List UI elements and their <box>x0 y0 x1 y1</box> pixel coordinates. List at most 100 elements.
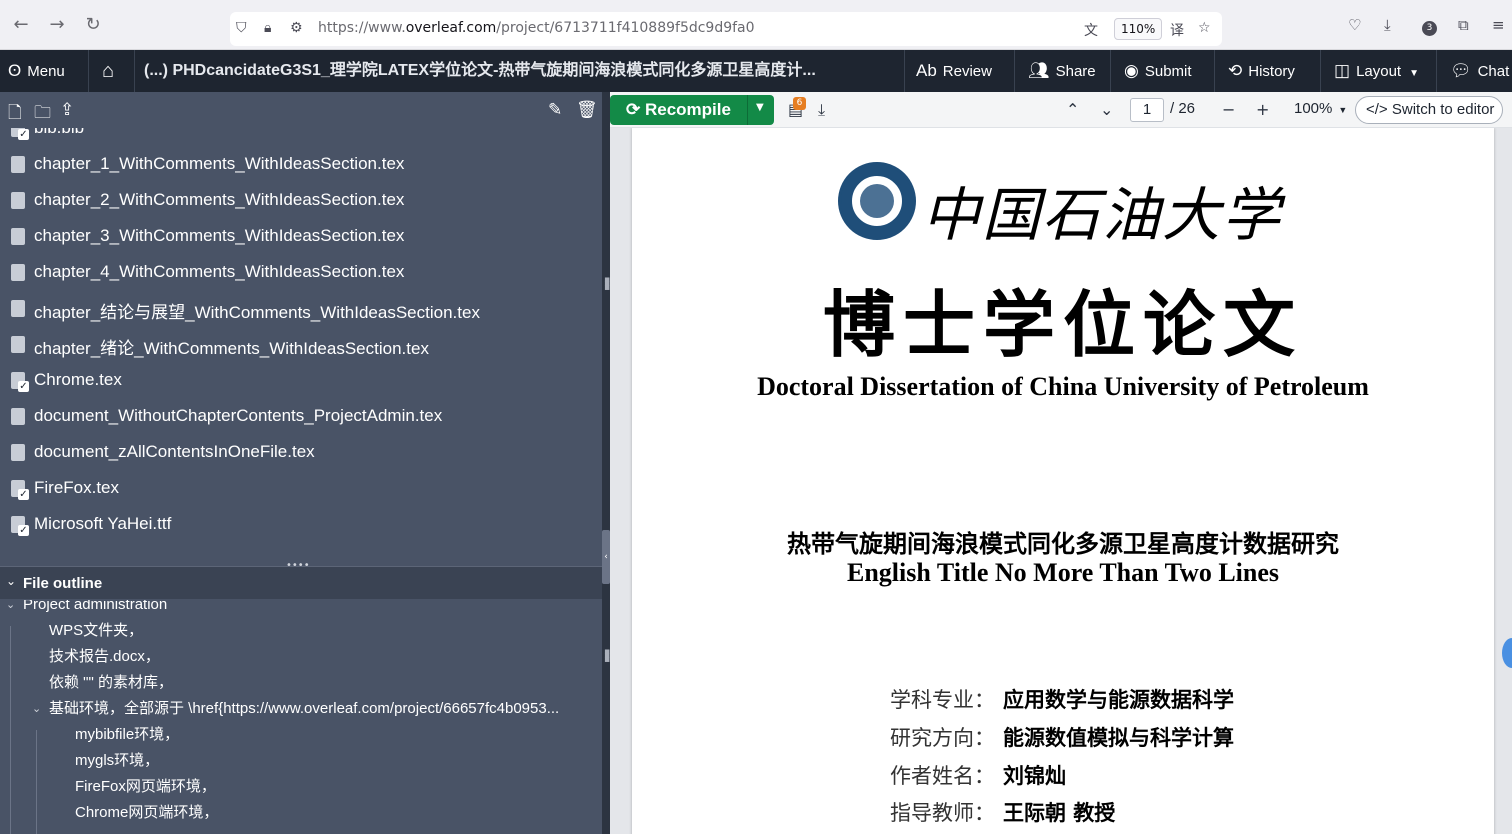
file-name: chapter_绪论_WithComments_WithIdeasSection… <box>34 339 429 358</box>
splitter-grip[interactable]: ▪ ▪ ▪ <box>604 276 610 293</box>
file-tree-item[interactable]: chapter_3_WithComments_WithIdeasSection.… <box>0 218 602 254</box>
pdf-viewer[interactable]: 中国石油大学 博士学位论文 Doctoral Dissertation of C… <box>610 128 1512 834</box>
panel-splitter[interactable]: ▪ ▪ ▪ ‹ ▪ ▪ ▪ <box>602 92 610 834</box>
extensions-icon[interactable]: ⧉ <box>1458 16 1469 34</box>
submit-button[interactable]: ◉ Submit <box>1124 50 1192 92</box>
outline-item-label: WPS文件夹， <box>49 622 144 639</box>
lock-icon[interactable]: 🔒︎ <box>264 20 271 36</box>
history-button[interactable]: ⟲ History <box>1228 50 1295 92</box>
refresh-icon: ⟳ <box>626 100 645 119</box>
zoom-out-icon[interactable]: − <box>1222 100 1235 119</box>
collapse-panel-button[interactable]: ‹ <box>602 530 610 584</box>
outline-item[interactable]: mybibfile环境， <box>75 722 179 748</box>
chevron-down-icon[interactable]: ⌄ <box>6 600 15 618</box>
outline-item[interactable]: 技术报告.docx， <box>49 644 160 670</box>
users-icon: 👥︎ <box>1028 61 1050 80</box>
doctoral-dissertation-subheading: Doctoral Dissertation of China Universit… <box>757 372 1369 401</box>
url-text[interactable]: https://www.overleaf.com/project/6713711… <box>318 20 755 36</box>
outline-item[interactable]: Chrome网页端环境， <box>75 800 218 826</box>
outline-item-label: mygls环境， <box>75 752 160 769</box>
project-title[interactable]: (...) PHDcancidateG3S1_理学院LATEX学位论文-热带气旋… <box>144 50 864 92</box>
recompile-button[interactable]: ⟳ Recompile ▼ <box>610 95 774 125</box>
file-name: chapter_2_WithComments_WithIdeasSection.… <box>34 190 405 209</box>
url-bar[interactable]: ⛉ 🔒︎ ⚙ https://www.overleaf.com/project/… <box>230 12 1222 46</box>
code-icon: </> <box>1366 101 1392 118</box>
thesis-title-en: English Title No More Than Two Lines <box>847 558 1279 587</box>
university-name-cn: 中国石油大学 <box>922 181 1283 249</box>
outline-item[interactable]: 依赖 "" 的素材库， <box>49 670 173 696</box>
file-tree-item[interactable]: Microsoft YaHei.ttf <box>0 506 602 542</box>
shield-icon[interactable]: ⛉ <box>236 20 247 36</box>
zoom-indicator[interactable]: 110% <box>1114 18 1163 40</box>
file-name: document_WithoutChapterContents_ProjectA… <box>34 406 443 425</box>
file-tree-item[interactable]: chapter_绪论_WithComments_WithIdeasSection… <box>0 326 602 362</box>
previous-page-chevron-icon[interactable]: ⌃ <box>1066 100 1079 119</box>
file-tree-item[interactable]: chapter_2_WithComments_WithIdeasSection.… <box>0 182 602 218</box>
file-icon <box>11 228 25 245</box>
outline-item[interactable]: ⌄ Project administration <box>6 600 167 618</box>
file-icon <box>11 300 25 317</box>
file-tree-item[interactable]: chapter_4_WithComments_WithIdeasSection.… <box>0 254 602 290</box>
new-folder-icon[interactable]: 🗀 <box>34 100 51 129</box>
app-menu-icon[interactable]: ≡ <box>1492 16 1505 34</box>
download-icon[interactable]: ⤓ <box>1384 16 1391 34</box>
switch-to-editor-button[interactable]: </> Switch to editor <box>1355 96 1503 124</box>
file-tree-item[interactable]: bib.bib <box>0 128 602 146</box>
share-button[interactable]: 👥︎ Share <box>1028 50 1096 92</box>
file-tree-item[interactable]: chapter_1_WithComments_WithIdeasSection.… <box>0 146 602 182</box>
outline-item-label: 基础环境，全部源于 \href{https://www.overleaf.com… <box>49 700 560 717</box>
splitter-grip-lower[interactable]: ▪ ▪ ▪ <box>604 648 610 665</box>
overleaf-toolbar: ʘ Menu ⌂ (...) PHDcancidateG3S1_理学院LATEX学… <box>0 50 1512 92</box>
outline-list: ⌄ Project administration WPS文件夹， 技术报告.docx，… <box>0 600 602 834</box>
file-tree-item[interactable]: chapter_结论与展望_WithComments_WithIdeasSect… <box>0 290 602 326</box>
file-outline-header[interactable]: ⌄ File outline <box>0 566 602 599</box>
overleaf-logo-icon: ʘ <box>8 61 22 80</box>
info-advisor: 指导教师： 王际朝 教授 <box>890 801 1116 825</box>
chat-button[interactable]: 💬︎ Chat <box>1450 50 1509 92</box>
history-icon: ⟲ <box>1228 61 1243 80</box>
zoom-select[interactable]: 100% ▼ <box>1294 100 1347 117</box>
pdf-toolbar: ⟳ Recompile ▼ ▤ ⤓ ⌃ ⌄ 1 / 26 − + 100%▼ <… <box>610 92 1512 128</box>
file-tree-item[interactable]: document_WithoutChapterContents_ProjectA… <box>0 398 602 434</box>
info-direction: 研究方向： 能源数值模拟与科学计算 <box>890 726 1234 750</box>
rename-pencil-icon[interactable]: ✎ <box>548 100 562 120</box>
forward-icon[interactable]: → <box>46 14 68 36</box>
outline-item-label: FireFox网页端环境， <box>75 778 216 795</box>
file-name: chapter_3_WithComments_WithIdeasSection.… <box>34 226 405 245</box>
new-file-icon[interactable]: 🗋 <box>8 100 22 129</box>
file-tree-panel: 🗋 🗀 ⇪ ✎ 🗑 bib.bib chapter_1_WithComments_… <box>0 92 602 834</box>
file-tree-item[interactable]: document_zAllContentsInOneFile.tex <box>0 434 602 470</box>
reload-icon[interactable]: ↻ <box>82 14 104 36</box>
page-number-input[interactable]: 1 <box>1130 98 1164 122</box>
next-page-chevron-icon[interactable]: ⌄ <box>1100 100 1113 119</box>
outline-item[interactable]: FireFox网页端环境， <box>75 774 216 800</box>
menu-button[interactable]: ʘ Menu <box>8 50 65 92</box>
permissions-icon[interactable]: ⚙ <box>290 20 303 36</box>
chevron-down-icon[interactable]: ⌄ <box>32 696 41 722</box>
file-tree-item[interactable]: FireFox.tex <box>0 470 602 506</box>
log-count-badge: 6 <box>793 97 806 110</box>
pocket-icon[interactable]: ♡ <box>1348 16 1361 34</box>
file-tree-item[interactable]: Chrome.tex <box>0 362 602 398</box>
review-button[interactable]: Ab Review <box>916 50 992 92</box>
download-pdf-icon[interactable]: ⤓ <box>818 100 825 120</box>
outline-item[interactable]: ⌄ 基础环境，全部源于 \href{https://www.overleaf.co… <box>32 696 560 722</box>
outline-item[interactable]: WPS文件夹， <box>49 618 143 644</box>
delete-trash-icon[interactable]: 🗑 <box>576 100 598 120</box>
browser-toolbar: ← → ↻ ⛉ 🔒︎ ⚙ https://www.overleaf.com/pr… <box>0 0 1512 50</box>
recompile-options-caret-icon[interactable]: ▼ <box>756 102 764 113</box>
file-name: Microsoft YaHei.ttf <box>34 514 172 533</box>
extensions-badge[interactable]: 3 <box>1422 21 1437 36</box>
info-major: 学科专业： 应用数学与能源数据科学 <box>890 688 1234 712</box>
outline-item[interactable]: mygls环境， <box>75 748 159 774</box>
back-icon[interactable]: ← <box>10 14 32 36</box>
file-tree-toolbar: 🗋 🗀 ⇪ ✎ 🗑 <box>0 92 602 128</box>
translate-icon[interactable]: 文 <box>1084 20 1098 40</box>
bookmark-star-icon[interactable]: ☆ <box>1198 20 1211 36</box>
outline-item-label: 依赖 "" 的素材库， <box>49 674 173 691</box>
upload-icon[interactable]: ⇪ <box>60 100 74 120</box>
translate-page-icon[interactable]: 译 <box>1170 20 1184 40</box>
home-icon[interactable]: ⌂ <box>102 50 114 92</box>
layout-button[interactable]: ◫ Layout ▼ <box>1334 50 1419 92</box>
zoom-in-icon[interactable]: + <box>1256 100 1269 119</box>
